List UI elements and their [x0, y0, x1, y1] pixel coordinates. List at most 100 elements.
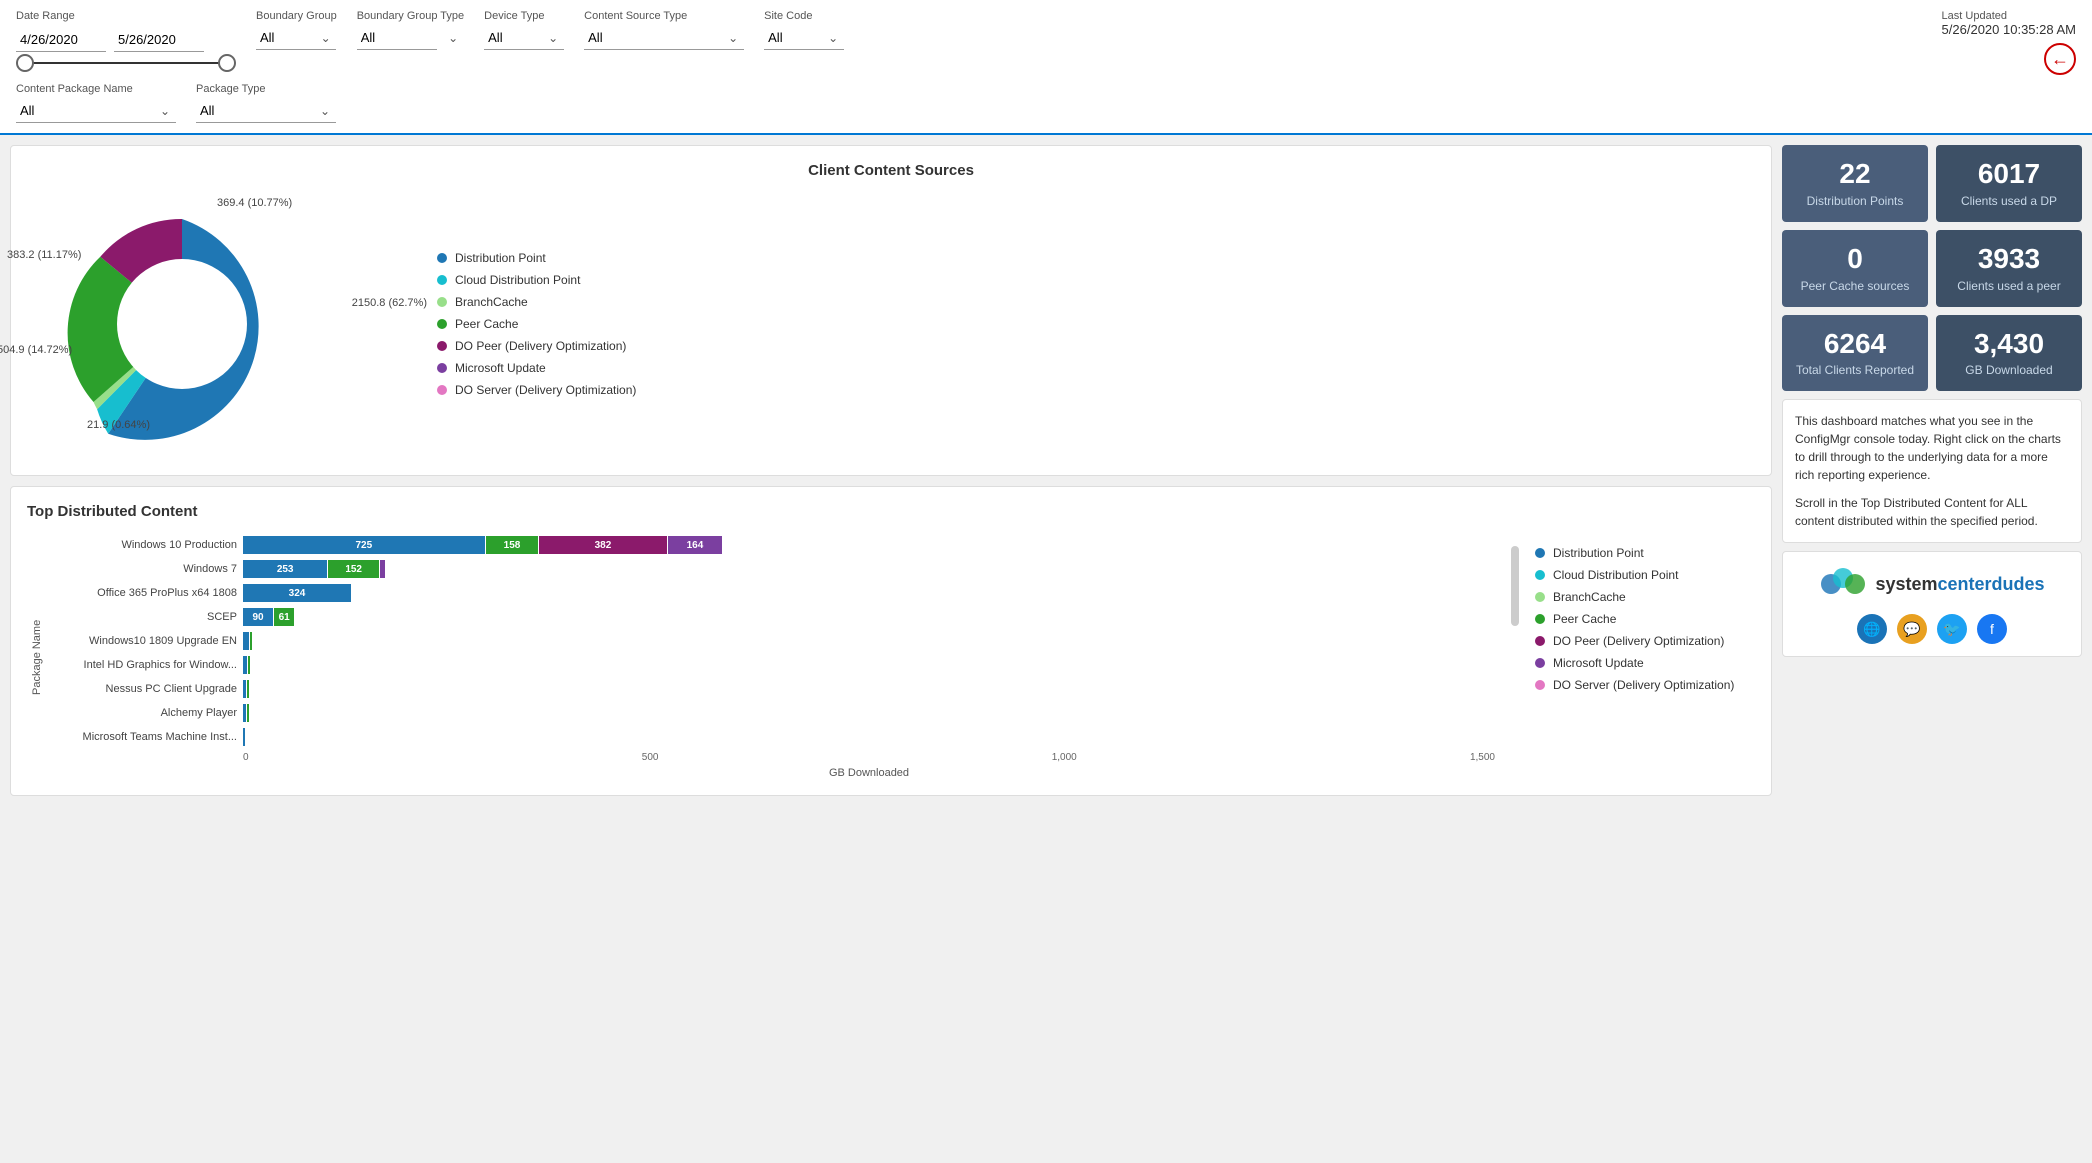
bar-row-label: Office 365 ProPlus x64 1808: [57, 587, 237, 599]
bar-segment[interactable]: [250, 632, 252, 650]
device-type-select[interactable]: All: [484, 26, 564, 50]
bar-legend-dop: DO Peer (Delivery Optimization): [1535, 634, 1755, 648]
boundary-group-label: Boundary Group: [256, 10, 337, 22]
social-website[interactable]: 🌐: [1857, 614, 1887, 644]
legend-label-dop: DO Peer (Delivery Optimization): [455, 339, 626, 353]
bar-chart-main: Package Name Windows 10 Production725158…: [27, 536, 1495, 779]
bar-segment[interactable]: 382: [539, 536, 666, 554]
package-type-select[interactable]: All: [196, 99, 336, 123]
back-button[interactable]: ←: [2044, 43, 2076, 75]
device-type-label: Device Type: [484, 10, 564, 22]
donut-label-pc: 504.9 (14.72%): [0, 344, 72, 356]
date-end-input[interactable]: [114, 28, 204, 52]
bar-row[interactable]: Alchemy Player: [57, 704, 1495, 722]
bar-row[interactable]: Microsoft Teams Machine Inst...: [57, 728, 1495, 746]
legend-item-dop: DO Peer (Delivery Optimization): [437, 339, 636, 353]
slider-right-thumb[interactable]: [218, 54, 236, 72]
donut-label-cdp: 369.4 (10.77%): [217, 197, 292, 209]
stat-label-clients-peer: Clients used a peer: [1946, 279, 2072, 293]
bar-row-label: SCEP: [57, 611, 237, 623]
stat-card-total-clients[interactable]: 6264 Total Clients Reported: [1782, 315, 1928, 392]
social-twitter[interactable]: 🐦: [1937, 614, 1967, 644]
legend-dot-cdp: [437, 275, 447, 285]
brand-name: systemcenterdudes: [1875, 574, 2044, 595]
bar-segment[interactable]: [243, 656, 247, 674]
donut-chart-title: Client Content Sources: [27, 162, 1755, 179]
bar-segment[interactable]: [243, 704, 246, 722]
bar-row[interactable]: Windows10 1809 Upgrade EN: [57, 632, 1495, 650]
last-updated-group: Last Updated 5/26/2020 10:35:28 AM: [1942, 10, 2076, 37]
legend-label-dos: DO Server (Delivery Optimization): [455, 383, 636, 397]
legend-item-cdp: Cloud Distribution Point: [437, 273, 636, 287]
bar-row[interactable]: Intel HD Graphics for Window...: [57, 656, 1495, 674]
bar-segment[interactable]: 164: [668, 536, 723, 554]
social-facebook[interactable]: f: [1977, 614, 2007, 644]
bar-row-label: Intel HD Graphics for Window...: [57, 659, 237, 671]
legend-item-pc: Peer Cache: [437, 317, 636, 331]
bar-segment[interactable]: [243, 728, 245, 746]
bar-segment[interactable]: 61: [274, 608, 294, 626]
stat-card-clients-dp[interactable]: 6017 Clients used a DP: [1936, 145, 2082, 222]
bar-segment[interactable]: 90: [243, 608, 273, 626]
slider-left-thumb[interactable]: [16, 54, 34, 72]
bar-row[interactable]: Nessus PC Client Upgrade: [57, 680, 1495, 698]
stat-card-dp[interactable]: 22 Distribution Points: [1782, 145, 1928, 222]
bar-segment[interactable]: [380, 560, 385, 578]
boundary-group-type-label: Boundary Group Type: [357, 10, 464, 22]
main-content: Client Content Sources: [0, 135, 2092, 806]
bar-row-bars: [243, 632, 1495, 650]
bar-segment[interactable]: 158: [486, 536, 539, 554]
social-support[interactable]: 💬: [1897, 614, 1927, 644]
bar-chart-x-label: GB Downloaded: [57, 767, 1495, 779]
stat-card-gb[interactable]: 3,430 GB Downloaded: [1936, 315, 2082, 392]
stat-number-pcs: 0: [1792, 244, 1918, 275]
boundary-group-type-select[interactable]: All: [357, 26, 437, 50]
stat-card-clients-peer[interactable]: 3933 Clients used a peer: [1936, 230, 2082, 307]
stat-number-clients-peer: 3933: [1946, 244, 2072, 275]
bar-segment[interactable]: [247, 680, 249, 698]
bar-segment[interactable]: [248, 656, 250, 674]
bar-row[interactable]: Windows 7253152: [57, 560, 1495, 578]
last-updated-value: 5/26/2020 10:35:28 AM: [1942, 22, 2076, 37]
content-package-name-select[interactable]: All: [16, 99, 176, 123]
info-text-p2: Scroll in the Top Distributed Content fo…: [1795, 494, 2069, 530]
content-source-type-select[interactable]: All: [584, 26, 744, 50]
bar-row-bars: [243, 728, 1495, 746]
bar-segment[interactable]: 725: [243, 536, 485, 554]
brand-card: systemcenterdudes 🌐 💬 🐦 f: [1782, 551, 2082, 657]
bar-row[interactable]: Office 365 ProPlus x64 1808 324: [57, 584, 1495, 602]
bar-segment[interactable]: [243, 632, 249, 650]
bar-segment[interactable]: 152: [328, 560, 379, 578]
last-updated-label: Last Updated: [1942, 10, 2076, 22]
stat-number-clients-dp: 6017: [1946, 159, 2072, 190]
stat-number-gb: 3,430: [1946, 329, 2072, 360]
bar-row[interactable]: SCEP 9061: [57, 608, 1495, 626]
site-code-select[interactable]: All: [764, 26, 844, 50]
package-type-filter: Package Type All: [196, 83, 336, 123]
bar-row-label: Alchemy Player: [57, 707, 237, 719]
donut-legend: Distribution Point Cloud Distribution Po…: [437, 251, 636, 397]
bar-chart-scrollbar[interactable]: [1511, 536, 1519, 779]
stat-card-pcs[interactable]: 0 Peer Cache sources: [1782, 230, 1928, 307]
bar-segment[interactable]: [243, 680, 246, 698]
bar-row-bars: 253152: [243, 560, 1495, 578]
bar-row-bars: 725158382164: [243, 536, 1495, 554]
bar-segment[interactable]: 324: [243, 584, 351, 602]
date-start-input[interactable]: [16, 28, 106, 52]
bar-row[interactable]: Windows 10 Production725158382164: [57, 536, 1495, 554]
legend-dot-mu: [437, 363, 447, 373]
boundary-group-select[interactable]: All: [256, 26, 336, 50]
legend-dot-dop: [437, 341, 447, 351]
bar-row-label: Windows10 1809 Upgrade EN: [57, 635, 237, 647]
legend-item-dos: DO Server (Delivery Optimization): [437, 383, 636, 397]
brand-name-suffix: centerdudes: [1938, 574, 2045, 594]
bar-segment[interactable]: [247, 704, 249, 722]
legend-label-mu: Microsoft Update: [455, 361, 546, 375]
date-range-group: Date Range: [16, 10, 236, 64]
legend-dot-pc: [437, 319, 447, 329]
legend-dot-dp: [437, 253, 447, 263]
donut-chart-card: Client Content Sources: [10, 145, 1772, 476]
brand-logo-row: systemcenterdudes: [1795, 564, 2069, 604]
bar-segment[interactable]: 253: [243, 560, 327, 578]
package-type-label: Package Type: [196, 83, 336, 95]
